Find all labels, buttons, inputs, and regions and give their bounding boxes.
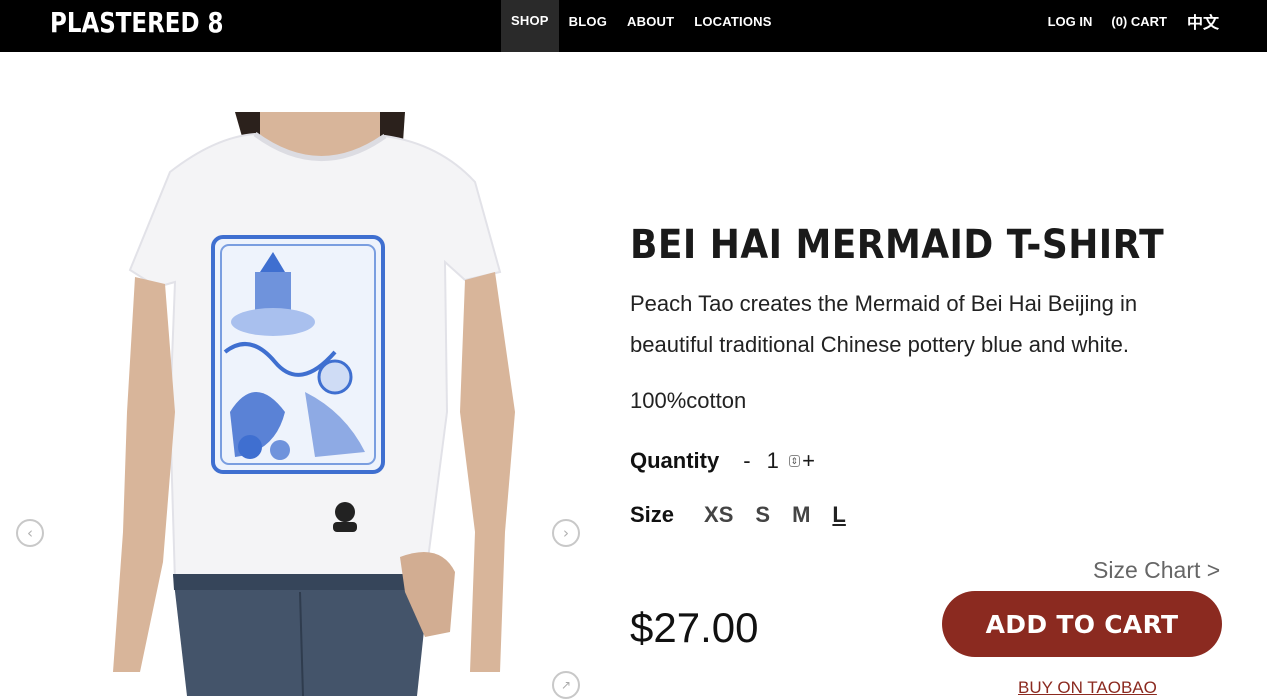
quantity-selector: Quantity - 1 ⇕ + bbox=[630, 448, 815, 474]
size-chart-link[interactable]: Size Chart > bbox=[1093, 557, 1220, 584]
product-photo bbox=[45, 112, 565, 696]
product-price: $27.00 bbox=[630, 604, 759, 651]
next-image-button[interactable]: › bbox=[552, 519, 580, 547]
chevron-right-icon: › bbox=[563, 524, 569, 542]
account-nav: LOG IN (0) CART 中文 bbox=[1029, 0, 1219, 42]
quantity-input[interactable]: 1 bbox=[767, 448, 785, 474]
nav-blog[interactable]: BLOG bbox=[559, 0, 617, 42]
quantity-increase-button[interactable]: + bbox=[802, 448, 815, 474]
quantity-label: Quantity bbox=[630, 448, 720, 473]
main-nav: SHOP BLOG ABOUT LOCATIONS bbox=[501, 0, 782, 52]
cart-link[interactable]: (0) CART bbox=[1111, 14, 1167, 29]
size-option-m[interactable]: M bbox=[792, 502, 810, 528]
tshirt-model-image bbox=[45, 112, 565, 696]
product-material: 100%cotton bbox=[630, 388, 747, 413]
expand-icon: ↗ bbox=[560, 678, 572, 692]
product-gallery: ‹ › bbox=[0, 112, 600, 696]
add-to-cart-button[interactable]: ADD TO CART bbox=[942, 591, 1222, 657]
size-option-l[interactable]: L bbox=[832, 502, 845, 528]
nav-locations[interactable]: LOCATIONS bbox=[684, 0, 781, 42]
top-navigation-bar: PLASTERED 8 SHOP BLOG ABOUT LOCATIONS LO… bbox=[0, 0, 1267, 52]
buy-on-taobao-link[interactable]: BUY ON TAOBAO bbox=[1018, 678, 1157, 698]
prev-image-button[interactable]: ‹ bbox=[16, 519, 44, 547]
size-selector: Size XS S M L bbox=[630, 502, 846, 528]
chevron-left-icon: ‹ bbox=[27, 524, 33, 542]
nav-shop[interactable]: SHOP bbox=[501, 0, 559, 52]
zoom-image-button[interactable]: ↗ bbox=[552, 671, 580, 699]
spinner-icon[interactable]: ⇕ bbox=[788, 455, 801, 467]
product-description: Peach Tao creates the Mermaid of Bei Hai… bbox=[630, 291, 1138, 357]
login-link[interactable]: LOG IN bbox=[1048, 14, 1093, 29]
language-switch[interactable]: 中文 bbox=[1187, 9, 1219, 33]
size-label: Size bbox=[630, 502, 675, 527]
product-title: BEI HAI MERMAID T-SHIRT bbox=[630, 222, 1165, 268]
quantity-decrease-button[interactable]: - bbox=[743, 448, 750, 474]
nav-about[interactable]: ABOUT bbox=[617, 0, 684, 42]
product-info: BEI HAI MERMAID T-SHIRT Peach Tao create… bbox=[630, 222, 1230, 697]
size-option-xs[interactable]: XS bbox=[704, 502, 733, 528]
size-option-s[interactable]: S bbox=[755, 502, 770, 528]
site-logo[interactable]: PLASTERED 8 bbox=[50, 6, 224, 39]
